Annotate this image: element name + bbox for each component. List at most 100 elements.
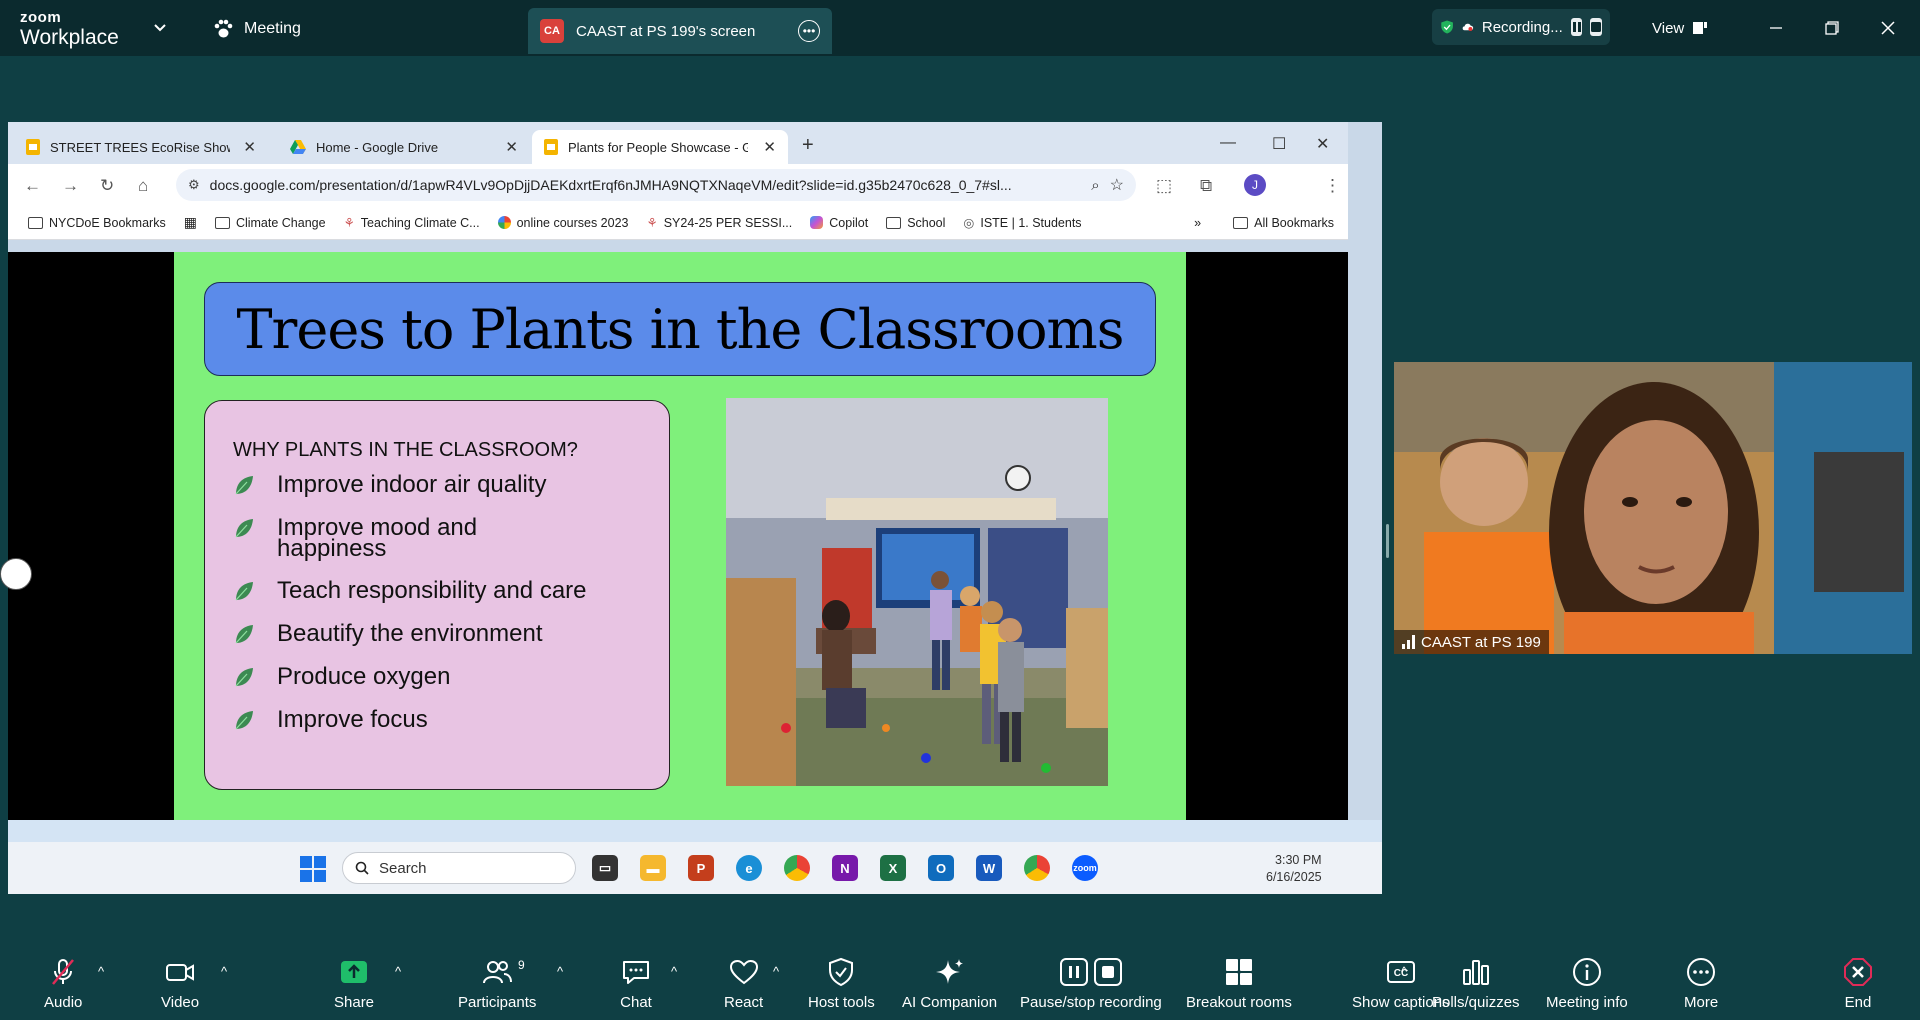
encryption-shield-icon[interactable] xyxy=(1440,16,1454,38)
powerpoint-icon[interactable]: P xyxy=(688,855,714,881)
task-view-icon[interactable]: ▭ xyxy=(592,855,618,881)
stop-recording-button[interactable] xyxy=(1590,18,1603,36)
share-screen-button[interactable]: Share xyxy=(334,956,374,1011)
panel-resize-handle[interactable] xyxy=(1386,524,1389,558)
bookmark-per-session[interactable]: ⚘ SY24-25 PER SESSI... xyxy=(646,215,793,231)
bookmark-school[interactable]: School xyxy=(886,216,945,230)
zoom-title-bar: zoom Workplace Meeting CA CAAST at PS 19… xyxy=(0,0,1920,56)
taskbar-search-box[interactable]: Search xyxy=(342,852,576,884)
taskbar-clock[interactable]: 3:30 PM 6/16/2025 xyxy=(1266,852,1322,886)
bookmark-iste[interactable]: ◎ ISTE | 1. Students xyxy=(963,215,1081,231)
browser-menu-icon[interactable]: ⋮ xyxy=(1324,176,1341,196)
ai-companion-button[interactable]: AI Companion xyxy=(902,956,997,1011)
pause-recording-button[interactable] xyxy=(1570,18,1583,36)
more-options-icon[interactable]: ••• xyxy=(798,20,820,42)
presentation-slide[interactable]: Trees to Plants in the Classrooms WHY PL… xyxy=(174,252,1186,820)
participant-name: CAAST at PS 199 xyxy=(1421,633,1541,651)
browser-close-icon[interactable]: ✕ xyxy=(1316,134,1329,154)
more-button[interactable]: More xyxy=(1684,956,1718,1011)
list-item-text: Improve indoor air quality xyxy=(277,471,547,498)
close-icon xyxy=(1881,21,1895,35)
bookmark-climate-change[interactable]: Climate Change xyxy=(214,216,326,230)
bookmark-online-courses[interactable]: online courses 2023 xyxy=(497,216,629,230)
participant-video[interactable]: CAAST at PS 199 xyxy=(1394,362,1912,654)
share-options-chevron-icon[interactable]: ^ xyxy=(395,964,401,979)
video-options-chevron-icon[interactable]: ^ xyxy=(221,964,227,979)
react-button[interactable]: React xyxy=(724,956,763,1011)
minimize-window-button[interactable] xyxy=(1762,14,1790,42)
slide-title-box: Trees to Plants in the Classrooms xyxy=(204,282,1156,376)
react-options-chevron-icon[interactable]: ^ xyxy=(773,964,779,979)
chrome-icon[interactable] xyxy=(784,855,810,881)
outlook-icon[interactable]: O xyxy=(928,855,954,881)
bookmark-star-icon[interactable]: ☆ xyxy=(1110,175,1124,195)
more-bookmarks-button[interactable]: » xyxy=(1194,216,1201,230)
view-button[interactable]: View xyxy=(1652,14,1708,42)
video-button[interactable]: Video xyxy=(161,956,199,1011)
drag-handle-icon[interactable] xyxy=(0,558,32,590)
onenote-icon[interactable]: N xyxy=(832,855,858,881)
restore-window-button[interactable] xyxy=(1818,14,1846,42)
browser-tab-strip: STREET TREES EcoRise Showcase ✕ Home - G… xyxy=(8,122,1348,164)
pause-stop-recording-button[interactable]: Pause/stop recording xyxy=(1020,956,1162,1011)
list-item-text: Teach responsibility and care xyxy=(277,577,587,604)
polls-quizzes-button[interactable]: Polls/quizzes xyxy=(1432,956,1520,1011)
site-info-icon[interactable]: ⚙ xyxy=(188,177,200,193)
word-icon[interactable]: W xyxy=(976,855,1002,881)
participants-label: Participants xyxy=(458,994,537,1011)
extensions-icon[interactable]: ⬚ xyxy=(1156,176,1172,196)
home-icon[interactable]: ⌂ xyxy=(138,176,148,196)
audio-button[interactable]: Audio xyxy=(44,956,82,1011)
shared-screen-tab[interactable]: CA CAAST at PS 199's screen ••• xyxy=(528,8,832,54)
close-window-button[interactable] xyxy=(1874,14,1902,42)
bookmark-favicon: ⚘ xyxy=(646,216,658,230)
chat-options-chevron-icon[interactable]: ^ xyxy=(671,964,677,979)
browser-minimize-icon[interactable]: — xyxy=(1220,134,1236,152)
chat-button[interactable]: Chat xyxy=(620,956,652,1011)
zoom-lens-icon[interactable]: ⌕ xyxy=(1091,177,1099,194)
edge-icon[interactable]: e xyxy=(736,855,762,881)
end-meeting-button[interactable]: End xyxy=(1842,956,1874,1011)
browser-tab-google-drive[interactable]: Home - Google Drive ✕ xyxy=(278,130,530,164)
bookmark-nycdoe[interactable]: NYCDoE Bookmarks xyxy=(28,216,166,230)
close-tab-icon[interactable]: ✕ xyxy=(763,138,776,156)
all-bookmarks-button[interactable]: All Bookmarks xyxy=(1233,216,1334,230)
meeting-button[interactable]: Meeting xyxy=(212,14,301,44)
bookmark-copilot[interactable]: Copilot xyxy=(810,216,868,230)
cloud-recording-icon xyxy=(1462,23,1474,31)
back-icon[interactable]: ← xyxy=(24,176,41,196)
bookmark-teaching-climate[interactable]: ⚘ Teaching Climate C... xyxy=(344,215,480,231)
host-tools-button[interactable]: Host tools xyxy=(808,956,875,1011)
new-tab-button[interactable]: + xyxy=(802,134,814,157)
browser-tab-street-trees[interactable]: STREET TREES EcoRise Showcase ✕ xyxy=(14,130,268,164)
windows-start-icon[interactable] xyxy=(300,856,326,882)
breakout-rooms-button[interactable]: Breakout rooms xyxy=(1186,956,1292,1011)
reload-icon[interactable]: ↻ xyxy=(100,176,114,196)
browser-tab-plants-showcase[interactable]: Plants for People Showcase - Google Slid… xyxy=(532,130,788,164)
browser-maximize-icon[interactable]: ☐ xyxy=(1272,134,1286,154)
excel-icon[interactable]: X xyxy=(880,855,906,881)
close-tab-icon[interactable]: ✕ xyxy=(243,138,256,156)
file-explorer-icon[interactable]: ▬ xyxy=(640,855,666,881)
stop-icon xyxy=(1591,22,1602,32)
leaf-bullet-icon xyxy=(235,668,253,687)
zoom-app-icon[interactable]: zoom xyxy=(1072,855,1098,881)
copilot-icon xyxy=(810,216,824,229)
list-item: Improve mood and happiness xyxy=(233,516,669,561)
address-bar[interactable]: ⚙ docs.google.com/presentation/d/1apwR4V… xyxy=(176,169,1136,201)
captions-options-chevron-icon[interactable]: ^ xyxy=(1401,964,1407,979)
bookmark-favicon: ◎ xyxy=(963,216,975,230)
participants-options-chevron-icon[interactable]: ^ xyxy=(557,964,563,979)
zoom-workplace-logo[interactable]: zoom Workplace xyxy=(20,10,119,48)
meeting-info-button[interactable]: Meeting info xyxy=(1546,956,1628,1011)
clock-time: 3:30 PM xyxy=(1275,853,1322,867)
forward-icon[interactable]: → xyxy=(62,176,79,196)
chrome-profile-icon[interactable] xyxy=(1024,855,1050,881)
apps-grid-icon[interactable]: ▦ xyxy=(184,214,197,231)
close-tab-icon[interactable]: ✕ xyxy=(505,138,518,156)
audio-options-chevron-icon[interactable]: ^ xyxy=(98,964,104,979)
tab-search-icon[interactable]: ⧉ xyxy=(1200,176,1212,196)
profile-avatar[interactable]: J xyxy=(1244,174,1266,196)
leaf-bullet-icon xyxy=(235,476,253,495)
chevron-down-icon[interactable] xyxy=(150,18,170,38)
